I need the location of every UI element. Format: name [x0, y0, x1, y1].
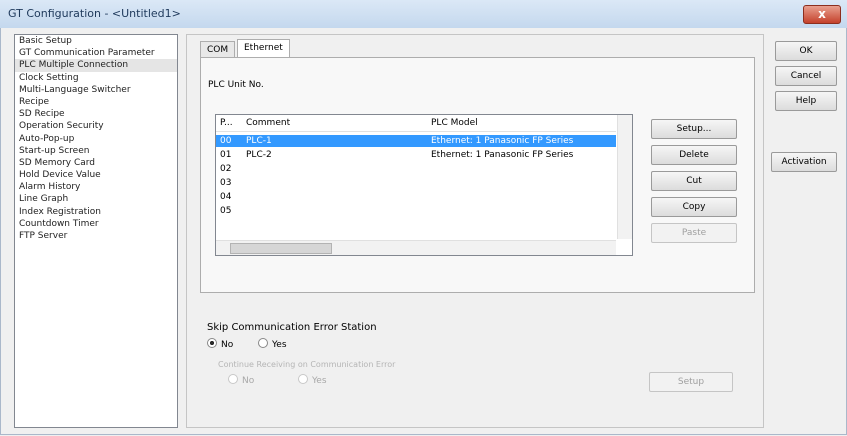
table-row[interactable]: 04 [216, 191, 616, 203]
help-button[interactable]: Help [775, 91, 837, 111]
scroll-thumb[interactable] [230, 243, 332, 254]
continue-yes-radio[interactable]: Yes [298, 374, 327, 386]
column-header-no[interactable]: P... [220, 118, 233, 128]
row-comment: PLC-1 [246, 136, 272, 146]
continue-no-label: No [242, 376, 255, 386]
row-no: 01 [220, 150, 232, 160]
sidebar-item-alarm-history[interactable]: Alarm History [15, 181, 177, 193]
continue-yes-label: Yes [312, 376, 327, 386]
window-title: GT Configuration - <Untitled1> [8, 7, 181, 20]
sidebar-item-auto-pop-up[interactable]: Auto-Pop-up [15, 133, 177, 145]
sidebar-item-hold-device-value[interactable]: Hold Device Value [15, 169, 177, 181]
sidebar-item-recipe[interactable]: Recipe [15, 96, 177, 108]
continue-no-radio[interactable]: No [228, 374, 254, 386]
activation-button[interactable]: Activation [771, 152, 837, 172]
row-no: 00 [220, 136, 232, 146]
row-plc-model: Ethernet: 1 Panasonic FP Series [431, 150, 574, 160]
setup-button[interactable]: Setup... [651, 119, 737, 139]
tab-ethernet[interactable]: Ethernet [237, 39, 290, 58]
close-button[interactable]: x [803, 5, 841, 24]
plc-connection-list[interactable]: P... Comment PLC Model 00 PLC-1 Ethernet… [215, 114, 633, 256]
tab-com[interactable]: COM [200, 41, 236, 58]
ok-button[interactable]: OK [775, 41, 837, 61]
row-comment: PLC-2 [246, 150, 272, 160]
skip-no-radio[interactable]: No [207, 338, 233, 350]
list-header: P... Comment PLC Model [216, 115, 616, 132]
column-header-comment[interactable]: Comment [246, 118, 290, 128]
row-no: 04 [220, 192, 232, 202]
sidebar-list[interactable]: Basic Setup GT Communication Parameter P… [14, 34, 178, 428]
title-bar: GT Configuration - <Untitled1> x [0, 0, 847, 29]
sidebar-item-index-registration[interactable]: Index Registration [15, 206, 177, 218]
skip-yes-radio[interactable]: Yes [258, 338, 287, 350]
skip-section-title: Skip Communication Error Station [207, 322, 377, 333]
sidebar-item-ftp-server[interactable]: FTP Server [15, 230, 177, 242]
paste-button[interactable]: Paste [651, 223, 737, 243]
vertical-scrollbar[interactable] [617, 115, 632, 239]
cut-button[interactable]: Cut [651, 171, 737, 191]
cancel-button[interactable]: Cancel [775, 66, 837, 86]
row-no: 02 [220, 164, 232, 174]
continue-receiving-label: Continue Receiving on Communication Erro… [218, 360, 396, 369]
sidebar-item-countdown-timer[interactable]: Countdown Timer [15, 218, 177, 230]
row-no: 03 [220, 178, 232, 188]
sidebar-item-basic-setup[interactable]: Basic Setup [15, 35, 177, 47]
radio-unchecked-icon [258, 338, 268, 348]
sidebar-item-multi-language-switcher[interactable]: Multi-Language Switcher [15, 84, 177, 96]
skip-setup-button[interactable]: Setup [649, 372, 733, 392]
table-row[interactable]: 02 [216, 163, 616, 175]
sidebar-item-line-graph[interactable]: Line Graph [15, 193, 177, 205]
skip-yes-label: Yes [272, 340, 287, 350]
row-plc-model: Ethernet: 1 Panasonic FP Series [431, 136, 574, 146]
sidebar-item-gt-communication-parameter[interactable]: GT Communication Parameter [15, 47, 177, 59]
column-header-plc-model[interactable]: PLC Model [431, 118, 478, 128]
copy-button[interactable]: Copy [651, 197, 737, 217]
table-row[interactable]: 01 PLC-2 Ethernet: 1 Panasonic FP Series [216, 149, 616, 161]
sidebar-item-plc-multiple-connection[interactable]: PLC Multiple Connection [15, 59, 177, 72]
radio-unchecked-icon [228, 374, 238, 384]
skip-no-label: No [221, 340, 234, 350]
radio-checked-icon [207, 338, 217, 348]
sidebar-item-start-up-screen[interactable]: Start-up Screen [15, 145, 177, 157]
table-row[interactable]: 03 [216, 177, 616, 189]
plc-unit-label: PLC Unit No. [208, 80, 264, 90]
row-no: 05 [220, 206, 232, 216]
sidebar-item-clock-setting[interactable]: Clock Setting [15, 72, 177, 84]
sidebar-item-sd-memory-card[interactable]: SD Memory Card [15, 157, 177, 169]
horizontal-scrollbar[interactable] [216, 240, 616, 255]
sidebar-item-operation-security[interactable]: Operation Security [15, 120, 177, 132]
table-row[interactable]: 05 [216, 205, 616, 217]
sidebar-item-sd-recipe[interactable]: SD Recipe [15, 108, 177, 120]
delete-button[interactable]: Delete [651, 145, 737, 165]
table-row[interactable]: 00 PLC-1 Ethernet: 1 Panasonic FP Series [216, 135, 616, 147]
radio-unchecked-icon [298, 374, 308, 384]
